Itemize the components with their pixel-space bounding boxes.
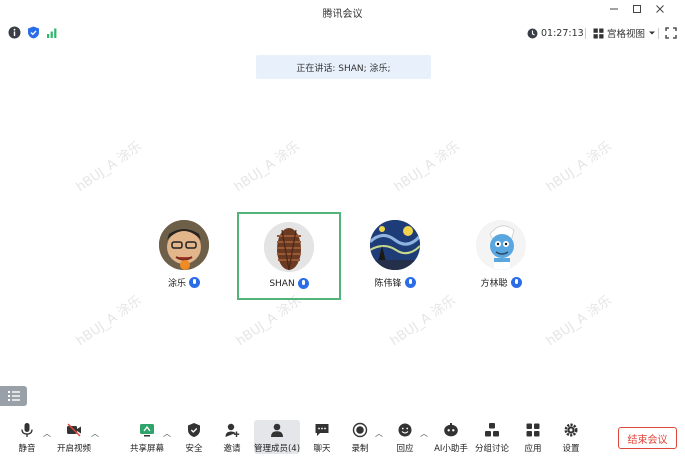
- view-mode-selector[interactable]: 宫格视图: [593, 26, 656, 40]
- ai-assistant-button[interactable]: AI小助手: [431, 422, 471, 454]
- video-off-icon: [67, 423, 81, 437]
- manage-members-button[interactable]: 管理成员(4): [254, 420, 300, 454]
- video-button[interactable]: 开启视频: [54, 422, 94, 454]
- apps-label: 应用: [524, 444, 542, 454]
- ai-assistant-icon: [444, 423, 458, 437]
- chevron-down-icon: [649, 31, 656, 35]
- settings-label: 设置: [562, 444, 580, 454]
- participant-name: 方林聪: [480, 279, 508, 289]
- breakout-rooms-icon: [485, 423, 499, 437]
- grid-view-icon: [593, 28, 604, 38]
- chevron-up-icon[interactable]: ︿: [91, 430, 99, 438]
- participant-name-row: 涂乐: [132, 276, 236, 289]
- shield-icon: [188, 423, 200, 437]
- participant-name-row: SHAN: [239, 278, 339, 289]
- title-bar: 腾讯会议: [0, 0, 685, 22]
- watermark: hBUJ_A 涂乐: [543, 139, 615, 196]
- avatar: [264, 222, 314, 272]
- mute-label: 静音: [18, 444, 36, 454]
- chat-icon: [315, 424, 329, 436]
- chevron-up-icon[interactable]: ︿: [43, 430, 51, 438]
- minimize-icon: [610, 8, 618, 10]
- watermark: hBUJ_A 涂乐: [391, 139, 463, 196]
- list-icon: [8, 391, 20, 401]
- participant-name-row: 方林聪: [449, 276, 553, 289]
- chat-label: 聊天: [313, 444, 331, 454]
- meeting-info-bar: 01:27:13 宫格视图: [0, 22, 685, 44]
- video-stage: 正在讲话: SHAN; 涂乐; hBUJ_A 涂乐 hBUJ_A 涂乐 hBUJ…: [0, 44, 685, 416]
- share-screen-button[interactable]: 共享屏幕: [127, 422, 167, 454]
- participant-name-row: 陈伟锋: [343, 276, 447, 289]
- participant-name: 陈伟锋: [374, 279, 402, 289]
- signal-strength-icon: [47, 28, 57, 38]
- apps-icon: [526, 423, 540, 437]
- chat-button[interactable]: 聊天: [302, 422, 342, 454]
- end-meeting-button[interactable]: 结束会议: [618, 427, 677, 449]
- settings-button[interactable]: 设置: [551, 422, 591, 454]
- chevron-up-icon[interactable]: ︿: [163, 430, 171, 438]
- ai-assistant-label: AI小助手: [434, 444, 468, 454]
- apps-button[interactable]: 应用: [513, 422, 553, 454]
- gear-icon: [564, 423, 578, 437]
- breakout-label: 分组讨论: [474, 444, 509, 454]
- record-button[interactable]: 录制: [340, 422, 380, 454]
- reaction-button[interactable]: 回应: [385, 422, 425, 454]
- chevron-up-icon[interactable]: ︿: [420, 430, 428, 438]
- participant-tile[interactable]: 陈伟锋: [343, 212, 447, 300]
- avatar: [476, 220, 526, 270]
- meeting-timer: 01:27:13: [527, 26, 584, 40]
- host-badge-icon: [180, 260, 190, 270]
- chevron-up-icon[interactable]: ︿: [375, 430, 383, 438]
- invite-button[interactable]: 邀请: [212, 422, 252, 454]
- members-icon: [271, 423, 283, 437]
- mute-button[interactable]: 静音: [7, 422, 47, 454]
- manage-members-label: 管理成员(4): [253, 444, 301, 454]
- reaction-label: 回应: [396, 444, 414, 454]
- record-label: 录制: [351, 444, 369, 454]
- mic-icon: [297, 278, 309, 289]
- microphone-icon: [21, 423, 33, 437]
- record-icon: [352, 422, 368, 438]
- maximize-icon: [633, 5, 641, 13]
- emoji-icon: [398, 423, 412, 437]
- close-button[interactable]: [653, 4, 667, 18]
- divider: [585, 28, 586, 39]
- participant-name: SHAN: [269, 278, 295, 289]
- bottom-toolbar: 静音 ︿ 开启视频 ︿ 共享屏幕 ︿ 安全 邀请 管理成员(4) 聊天 录制 ︿…: [0, 416, 685, 457]
- speaking-indicator: 正在讲话: SHAN; 涂乐;: [256, 55, 431, 79]
- close-icon: [656, 5, 664, 13]
- participant-tile-active[interactable]: SHAN: [237, 212, 341, 300]
- participant-name: 涂乐: [167, 279, 186, 289]
- security-button[interactable]: 安全: [174, 422, 214, 454]
- mic-icon: [510, 277, 522, 288]
- invite-label: 邀请: [223, 444, 241, 454]
- invite-user-icon: [225, 423, 240, 437]
- share-screen-label: 共享屏幕: [129, 444, 164, 454]
- avatar: [370, 220, 420, 270]
- participant-list-toggle[interactable]: [0, 386, 27, 406]
- window-title: 腾讯会议: [322, 9, 363, 20]
- security-label: 安全: [185, 444, 203, 454]
- fullscreen-icon[interactable]: [665, 27, 677, 39]
- participant-tile[interactable]: 涂乐: [132, 212, 236, 300]
- mic-icon: [404, 277, 416, 288]
- divider: [658, 28, 659, 39]
- view-mode-label: 宫格视图: [607, 29, 646, 40]
- watermark: hBUJ_A 涂乐: [231, 139, 303, 196]
- maximize-button[interactable]: [630, 4, 644, 18]
- minimize-button[interactable]: [607, 4, 621, 18]
- security-shield-icon[interactable]: [27, 26, 40, 39]
- timer-text: 01:27:13: [541, 27, 584, 39]
- participant-tile[interactable]: 方林聪: [449, 212, 553, 300]
- video-label: 开启视频: [56, 444, 91, 454]
- clock-icon: [527, 28, 538, 38]
- breakout-button[interactable]: 分组讨论: [472, 422, 512, 454]
- share-screen-icon: [140, 424, 154, 437]
- watermark: hBUJ_A 涂乐: [73, 139, 145, 196]
- mic-icon: [189, 277, 200, 288]
- info-icon[interactable]: [8, 26, 21, 39]
